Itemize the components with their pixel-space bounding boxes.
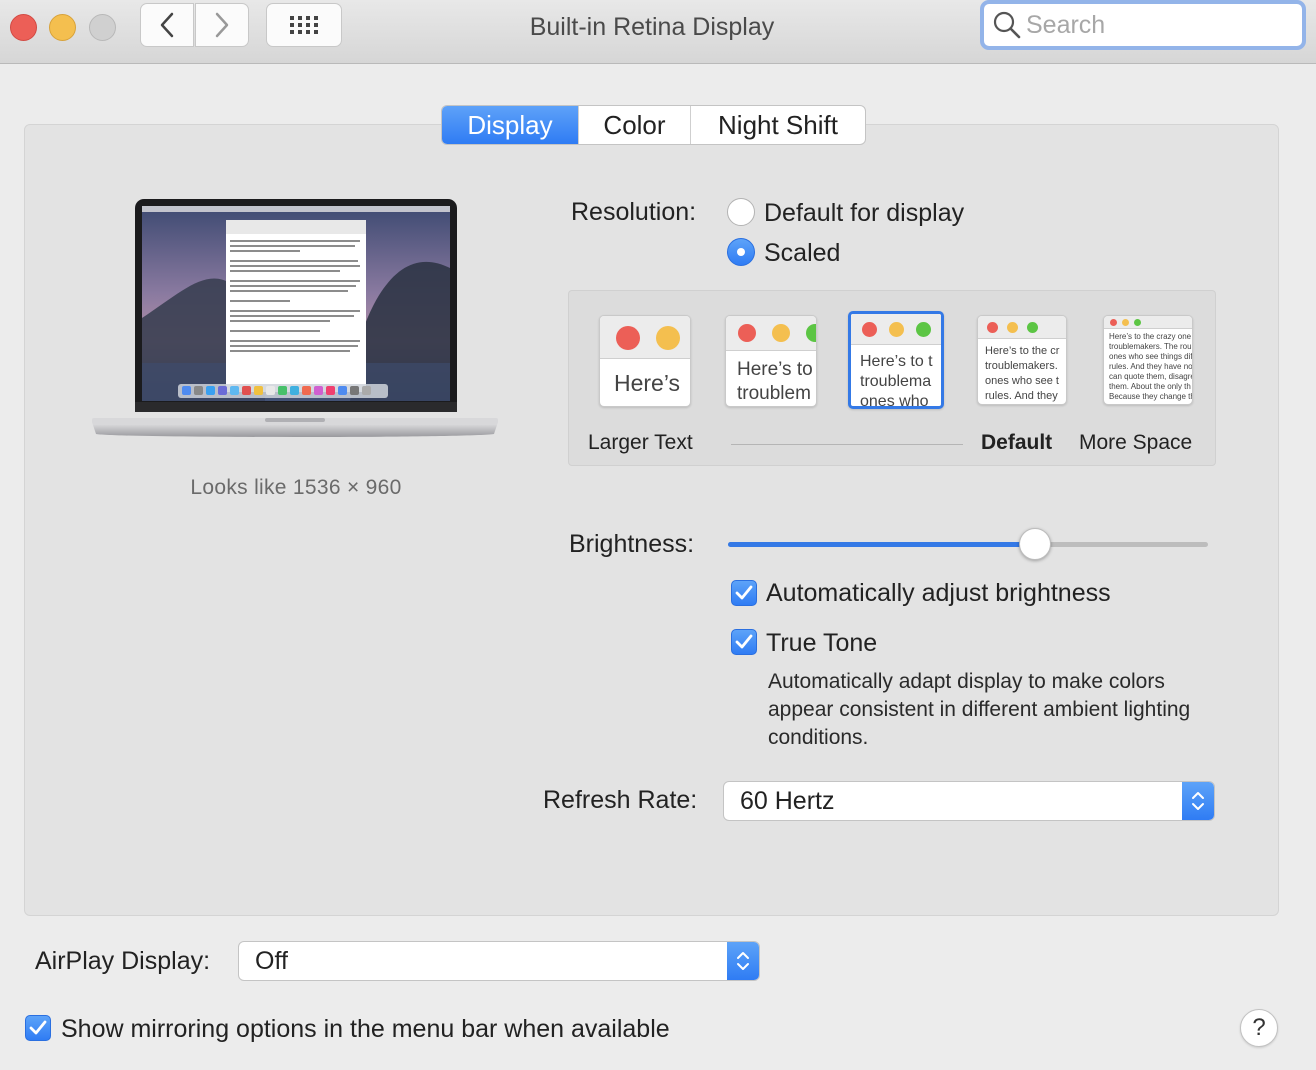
thumb-text: Here’s to the cr troublemakers. ones who…	[985, 345, 1060, 402]
airplay-select[interactable]: Off	[238, 941, 760, 981]
auto-brightness-checkbox[interactable]	[731, 580, 757, 606]
tab-night-shift[interactable]: Night Shift	[690, 106, 865, 144]
true-tone-checkbox[interactable]	[731, 629, 757, 655]
true-tone-description: Automatically adapt display to make colo…	[768, 670, 1191, 749]
scaled-radio[interactable]	[727, 238, 755, 266]
tab-color[interactable]: Color	[578, 106, 690, 144]
scale-option-4[interactable]: Here’s to the cr troublemakers. ones who…	[977, 315, 1067, 405]
resolution-label: Resolution:	[571, 198, 697, 226]
green-dot-icon	[1027, 322, 1038, 333]
brightness-label: Brightness:	[569, 530, 695, 558]
thumb-text: Here’s to t troublema ones who	[860, 353, 933, 409]
scaled-options: Here’s Here’s to troublem Here’s to t tr…	[568, 290, 1216, 466]
scale-option-5[interactable]: Here’s to the crazy one troublemakers. T…	[1103, 315, 1193, 405]
yellow-dot-icon	[889, 322, 904, 337]
green-dot-icon	[1134, 319, 1141, 326]
red-dot-icon	[987, 322, 998, 333]
default-for-display-label[interactable]: Default for display	[764, 199, 964, 228]
refresh-rate-label: Refresh Rate:	[543, 786, 698, 814]
scale-option-1[interactable]: Here’s	[599, 315, 691, 407]
green-dot-icon	[806, 324, 816, 342]
default-label: Default	[981, 431, 1053, 454]
checkmark-icon	[735, 634, 753, 649]
auto-brightness-label[interactable]: Automatically adjust brightness	[766, 579, 1111, 608]
scale-option-2[interactable]: Here’s to troublem	[725, 315, 817, 407]
display-preview	[90, 198, 500, 443]
title-bar: Built-in Retina Display Search	[0, 0, 1316, 64]
airplay-label: AirPlay Display:	[35, 947, 211, 975]
red-dot-icon	[862, 322, 877, 337]
updown-arrows-icon	[727, 942, 759, 980]
brightness-slider[interactable]	[728, 528, 1208, 560]
red-dot-icon	[616, 326, 640, 350]
thumb-text: Here’s	[614, 370, 681, 396]
tab-display[interactable]: Display	[442, 106, 578, 144]
thumb-text: Here’s to troublem	[737, 359, 813, 404]
default-for-display-radio[interactable]	[727, 198, 755, 226]
yellow-dot-icon	[1007, 322, 1018, 333]
macbook-image	[92, 199, 498, 437]
looks-like-label: Looks like 1536 × 960	[190, 476, 402, 499]
more-space-label: More Space	[1079, 431, 1193, 454]
green-dot-icon	[916, 322, 931, 337]
checkmark-icon	[29, 1020, 47, 1035]
yellow-dot-icon	[772, 324, 790, 342]
updown-arrows-icon	[1182, 782, 1214, 820]
brightness-knob[interactable]	[1019, 528, 1052, 560]
red-dot-icon	[1110, 319, 1117, 326]
scale-divider	[731, 444, 963, 445]
help-button[interactable]: ?	[1240, 1009, 1278, 1047]
true-tone-label[interactable]: True Tone	[766, 629, 877, 658]
brightness-fill	[728, 542, 1036, 547]
yellow-dot-icon	[656, 326, 680, 350]
yellow-dot-icon	[1122, 319, 1129, 326]
refresh-rate-select[interactable]: 60 Hertz	[723, 781, 1215, 821]
checkmark-icon	[735, 585, 753, 600]
airplay-value: Off	[255, 946, 288, 975]
red-dot-icon	[738, 324, 756, 342]
scale-option-3[interactable]: Here’s to t troublema ones who	[848, 311, 944, 409]
scaled-label[interactable]: Scaled	[764, 239, 840, 268]
search-field[interactable]: Search	[980, 0, 1306, 50]
mirroring-label[interactable]: Show mirroring options in the menu bar w…	[61, 1015, 670, 1044]
search-placeholder: Search	[1026, 10, 1106, 39]
larger-text-label: Larger Text	[588, 431, 693, 454]
mirroring-checkbox[interactable]	[25, 1015, 51, 1041]
search-icon	[993, 11, 1021, 39]
thumb-text: Here’s to the crazy one troublemakers. T…	[1109, 332, 1193, 401]
tab-bar: Display Color Night Shift	[441, 105, 866, 145]
refresh-rate-value: 60 Hertz	[740, 786, 835, 815]
